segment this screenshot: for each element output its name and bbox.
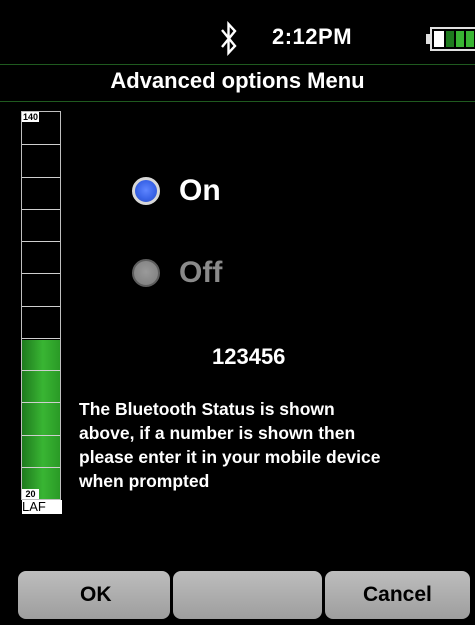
cancel-button-label: Cancel [363, 583, 432, 606]
meter-unit-label: LAF [22, 500, 62, 514]
bluetooth-on-option[interactable]: On [132, 173, 221, 209]
meter-grid-line [22, 467, 60, 468]
bluetooth-on-label: On [179, 174, 221, 207]
cancel-button[interactable]: Cancel [325, 571, 470, 619]
device-screen: 2:12PM Advanced options Menu 140 20 LAF … [0, 0, 475, 625]
status-time: 2:12PM [272, 24, 353, 49]
radio-selected-icon [132, 177, 160, 205]
radio-unselected-icon [132, 259, 160, 287]
bluetooth-off-option[interactable]: Off [132, 255, 222, 291]
meter-grid-line [22, 209, 60, 210]
status-divider [0, 64, 475, 65]
meter-max-label: 140 [22, 112, 39, 122]
ok-button[interactable]: OK [18, 571, 170, 619]
meter-grid-line [22, 338, 60, 339]
meter-fill [22, 340, 60, 499]
meter-min-label: 20 [22, 489, 39, 499]
meter-grid-line [22, 177, 60, 178]
battery-icon [426, 27, 475, 51]
meter-grid-line [22, 241, 60, 242]
meter-grid-line [22, 370, 60, 371]
meter-grid-line [22, 144, 60, 145]
ok-button-label: OK [80, 583, 112, 606]
bluetooth-passkey: 123456 [212, 344, 286, 369]
meter-grid-line [22, 435, 60, 436]
status-bar: 2:12PM [0, 0, 475, 65]
bluetooth-icon [221, 21, 237, 57]
meter-grid-line [22, 402, 60, 403]
meter-grid-line [22, 306, 60, 307]
middle-softkey[interactable] [173, 571, 322, 619]
meter-grid-line [22, 273, 60, 274]
bluetooth-status-message: The Bluetooth Status is shown above, if … [79, 399, 381, 491]
bluetooth-off-label: Off [179, 256, 223, 289]
sound-level-meter: 140 20 [21, 111, 61, 500]
title-divider [0, 101, 475, 102]
page-title: Advanced options Menu [110, 68, 365, 93]
